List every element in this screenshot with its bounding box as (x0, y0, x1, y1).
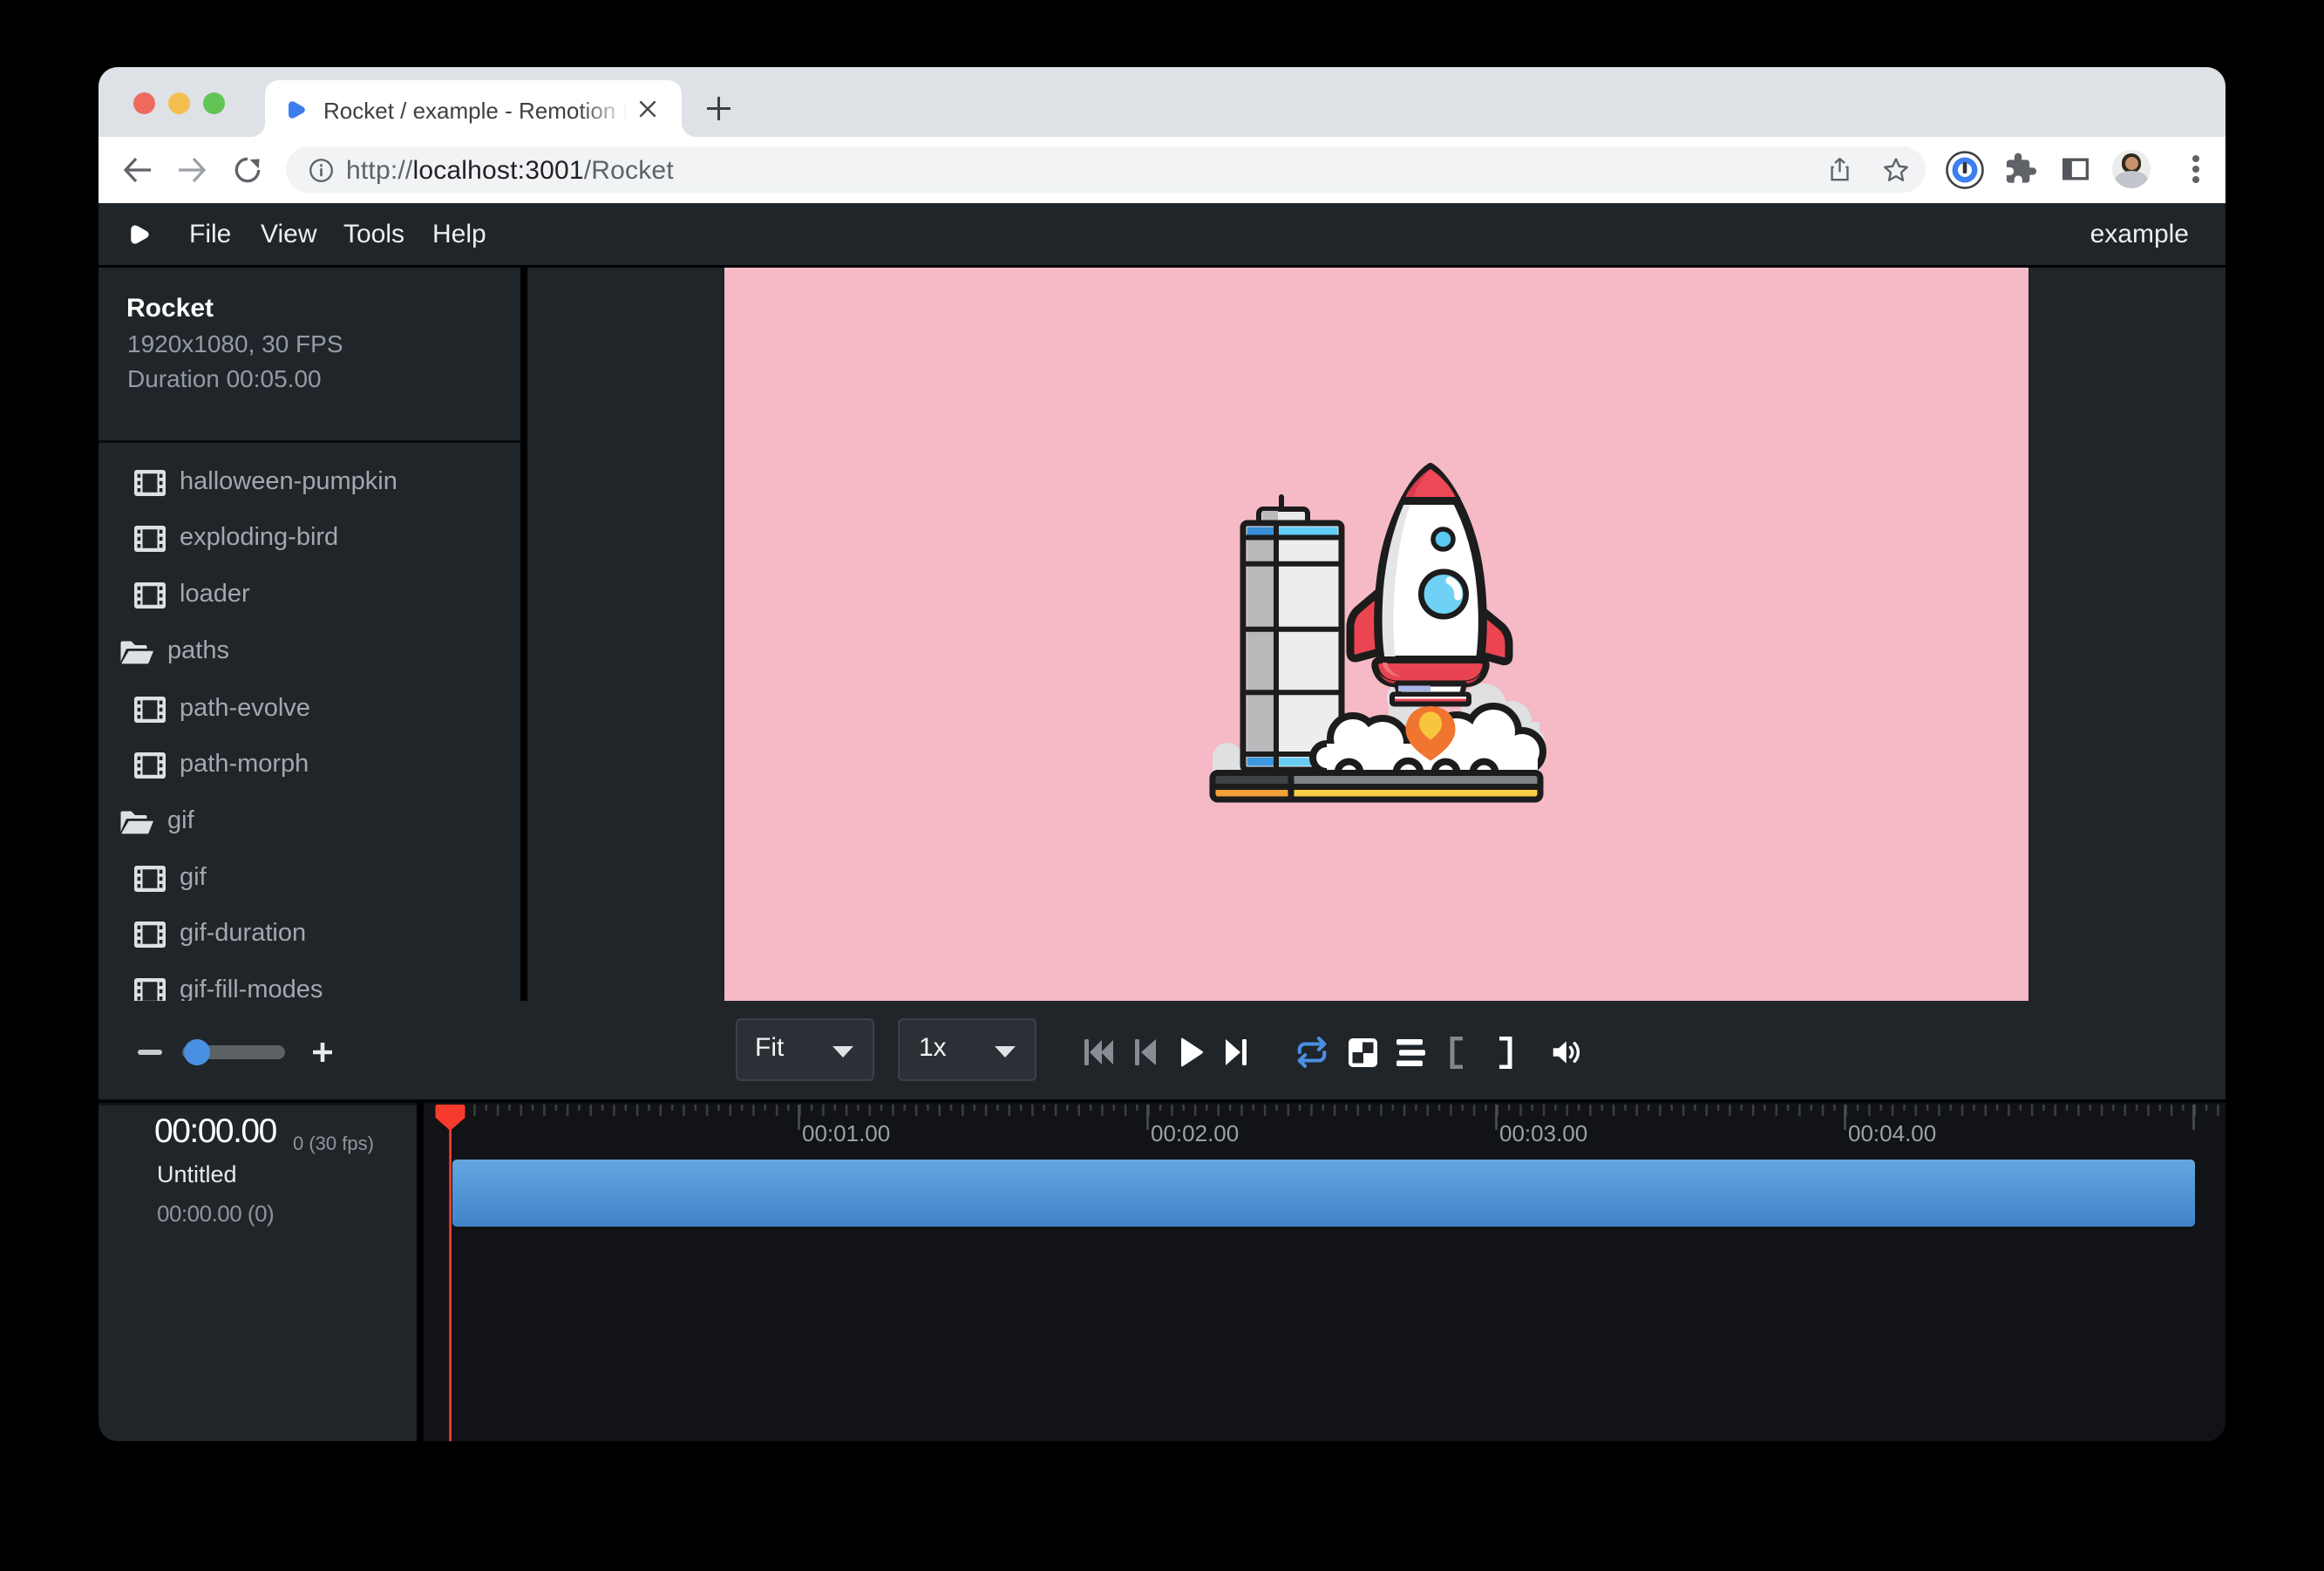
svg-text:00:02.00: 00:02.00 (1151, 1120, 1239, 1146)
svg-text:00:01.00: 00:01.00 (802, 1120, 890, 1146)
svg-text:00:03.00: 00:03.00 (1499, 1120, 1587, 1146)
svg-text:00:04.00: 00:04.00 (1848, 1120, 1936, 1146)
